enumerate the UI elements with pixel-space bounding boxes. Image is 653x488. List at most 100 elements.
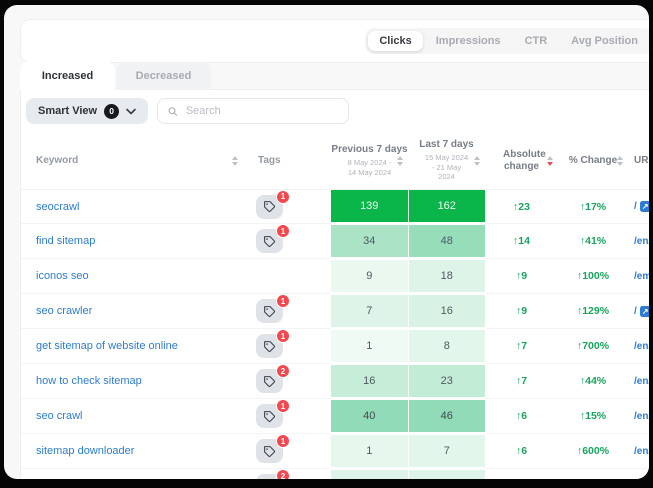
- url-link[interactable]: /↗: [634, 306, 649, 317]
- tag-button[interactable]: 2: [256, 474, 283, 479]
- keyword-link[interactable]: seocrawl: [36, 201, 79, 213]
- url-link[interactable]: /en/: [634, 376, 649, 387]
- last-value-cell: 18: [408, 259, 485, 294]
- tag-button[interactable]: 1: [256, 299, 283, 323]
- percent-change-value: ↑700%: [558, 329, 628, 364]
- tags-cell: 1: [246, 329, 331, 364]
- table-row: iconos seo 9 18 ↑9 ↑100% /em: [21, 259, 649, 294]
- top-toolbar-card: Clicks Impressions CTR Avg Position: [20, 19, 649, 63]
- column-header-absolute-change: Absolute change: [485, 132, 558, 190]
- percent-change-value: ↑44%: [558, 364, 628, 399]
- url-link[interactable]: /↗: [634, 201, 649, 212]
- previous-value-cell: 40: [331, 399, 408, 434]
- last-7-days-label: Last 7 days: [408, 139, 485, 151]
- tab-increased[interactable]: Increased: [20, 62, 115, 90]
- keyword-cell: seocrawl: [21, 190, 246, 224]
- keyword-link[interactable]: seo crawl: [36, 410, 82, 422]
- url-cell: /en/: [628, 469, 649, 480]
- keyword-cell: iconos seo: [21, 259, 246, 294]
- metric-tab-ctr[interactable]: CTR: [514, 31, 559, 51]
- previous-value-cell: 7: [331, 294, 408, 329]
- previous-value-cell: 16: [331, 364, 408, 399]
- tag-button[interactable]: 1: [256, 334, 283, 358]
- keyword-link[interactable]: how to check sitemap: [36, 375, 142, 387]
- last-value-cell: 7: [408, 434, 485, 469]
- url-text: /: [634, 306, 637, 317]
- url-link[interactable]: /en/: [634, 341, 649, 352]
- column-header-previous-7-days: Previous 7 days 8 May 2024 - 14 May 2024: [331, 132, 408, 190]
- search-input[interactable]: [184, 104, 338, 118]
- keyword-cell: seo crawler: [21, 294, 246, 329]
- keyword-cell: get sitemap of website online: [21, 329, 246, 364]
- url-link[interactable]: /en/: [634, 411, 649, 422]
- tag-icon: [263, 200, 276, 213]
- sort-icon[interactable]: [617, 156, 623, 166]
- chevron-down-icon: [126, 108, 136, 115]
- previous-value-cell: 1: [331, 329, 408, 364]
- url-cell: /en/: [628, 399, 649, 434]
- table-row: seocrawl 1 139 162 ↑23 ↑17% /↗: [21, 190, 649, 224]
- table-header-row: Keyword Tags Previous 7 days 8 May 2024 …: [21, 132, 649, 190]
- metric-tab-impressions[interactable]: Impressions: [425, 31, 512, 51]
- sort-icon[interactable]: [474, 156, 480, 166]
- last-value-cell: 10: [408, 469, 485, 480]
- smart-view-dropdown[interactable]: Smart View 0: [26, 98, 148, 124]
- percent-change-value: ↑100%: [558, 259, 628, 294]
- url-cell: /en/: [628, 329, 649, 364]
- sort-icon[interactable]: [397, 156, 403, 166]
- tag-button[interactable]: 1: [256, 195, 283, 219]
- keyword-link[interactable]: get sitemap of website online: [36, 340, 178, 352]
- tags-cell: 1: [246, 294, 331, 329]
- keywords-table: Keyword Tags Previous 7 days 8 May 2024 …: [21, 132, 649, 479]
- tag-icon: [263, 340, 276, 353]
- table-row: get sitemap of website online 1 1 8 ↑7 ↑…: [21, 329, 649, 364]
- percent-change-value: ↑17%: [558, 190, 628, 224]
- tags-cell: 1: [246, 434, 331, 469]
- tag-count-badge: 1: [276, 434, 290, 448]
- metric-tab-avg-position[interactable]: Avg Position: [560, 31, 649, 51]
- keyword-link[interactable]: iconos seo: [36, 270, 89, 282]
- tag-button[interactable]: 1: [256, 229, 283, 253]
- url-link[interactable]: /en/: [634, 236, 649, 247]
- url-text: /en/: [634, 341, 649, 352]
- percent-change-value: ↑129%: [558, 294, 628, 329]
- tag-button[interactable]: 1: [256, 439, 283, 463]
- previous-value-cell: 1: [331, 434, 408, 469]
- last-value-cell: 16: [408, 294, 485, 329]
- percent-change-value: ↑15%: [558, 399, 628, 434]
- tags-cell: 2: [246, 364, 331, 399]
- tag-count-badge: 2: [276, 469, 290, 479]
- keyword-link[interactable]: find sitemap: [36, 235, 95, 247]
- tag-count-badge: 1: [276, 329, 290, 343]
- column-header-tags: Tags: [246, 132, 331, 190]
- url-link[interactable]: /en/: [634, 446, 649, 457]
- metric-tab-clicks[interactable]: Clicks: [368, 31, 422, 51]
- table-row: sitemap downloader 1 1 7 ↑6 ↑600% /en/: [21, 434, 649, 469]
- table-row: how to check sitemap 2 16 23 ↑7 ↑44% /en…: [21, 364, 649, 399]
- absolute-change-value: ↑23: [485, 190, 558, 224]
- tag-count-badge: 1: [276, 224, 290, 238]
- table-row: seo crawl 1 40 46 ↑6 ↑15% /en/: [21, 399, 649, 434]
- url-cell: /↗: [628, 190, 649, 224]
- tag-button[interactable]: 1: [256, 404, 283, 428]
- column-header-percent-change: % Change: [558, 132, 628, 190]
- table-row: how to see a sitemap 2 4 10 ↑6 ↑150% /en…: [21, 469, 649, 480]
- tags-cell: [246, 259, 331, 294]
- external-link-icon: ↗: [640, 201, 649, 212]
- url-header-label: URL: [634, 155, 649, 166]
- search-box[interactable]: [157, 98, 349, 124]
- keyword-link[interactable]: sitemap downloader: [36, 445, 134, 457]
- sort-icon-active-desc[interactable]: [547, 156, 553, 166]
- tag-button[interactable]: 2: [256, 369, 283, 393]
- url-link[interactable]: /em: [634, 271, 649, 282]
- last-value-cell: 46: [408, 399, 485, 434]
- tab-decreased[interactable]: Decreased: [116, 62, 211, 90]
- table-row: find sitemap 1 34 48 ↑14 ↑41% /en/: [21, 224, 649, 259]
- url-cell: /en/: [628, 224, 649, 259]
- sort-icon[interactable]: [232, 156, 238, 166]
- tags-cell: 2: [246, 469, 331, 480]
- search-icon: [168, 106, 178, 117]
- url-cell: /↗: [628, 294, 649, 329]
- tag-icon: [263, 375, 276, 388]
- keyword-link[interactable]: seo crawler: [36, 305, 92, 317]
